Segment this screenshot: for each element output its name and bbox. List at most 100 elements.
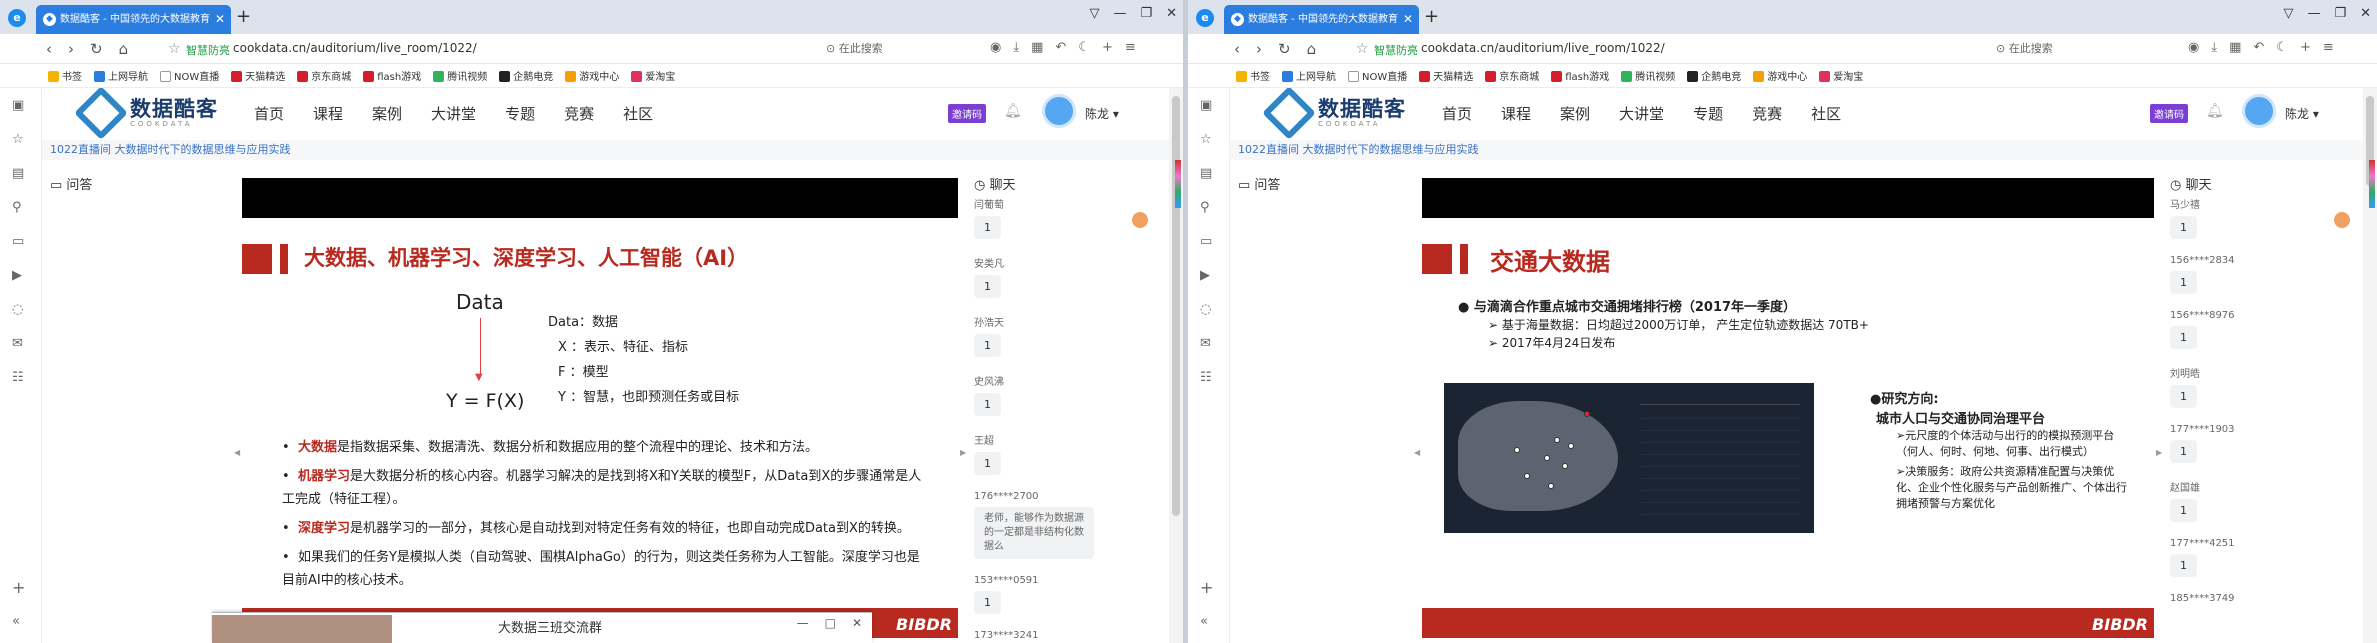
refresh-icon[interactable]: ↻ (1278, 40, 1291, 58)
refresh-icon[interactable]: ↻ (90, 40, 103, 58)
sidebar-collapse-icon[interactable]: « (12, 614, 20, 629)
sidebar-video-icon[interactable]: ▶ (12, 268, 22, 283)
sidebar-star-icon[interactable]: ☆ (12, 132, 24, 147)
avatar[interactable] (2242, 94, 2276, 128)
browser-logo-icon[interactable]: e (1196, 9, 1214, 27)
menu-item[interactable]: 案例 (372, 103, 402, 124)
bookmark-item[interactable]: 天猫精选 (231, 68, 285, 83)
restore-icon[interactable]: ❐ (1140, 6, 1152, 21)
menu-item[interactable]: 大讲堂 (1619, 103, 1664, 124)
bookmark-item[interactable]: 天猫精选 (1419, 68, 1473, 83)
back-icon[interactable]: ‹ (1234, 40, 1240, 58)
menu-item[interactable]: 案例 (1560, 103, 1590, 124)
bookmark-item[interactable]: 腾讯视频 (1621, 68, 1675, 83)
grid-icon[interactable]: ▦ (2229, 40, 2241, 55)
add-icon[interactable]: + (1102, 40, 1113, 55)
bookmark-item[interactable]: 京东商城 (1485, 68, 1539, 83)
skin-icon[interactable]: ▽ (2283, 6, 2293, 21)
menu-item[interactable]: 首页 (254, 103, 284, 124)
menu-item[interactable]: 专题 (1693, 103, 1723, 124)
close-tab-icon[interactable]: ✕ (1403, 5, 1413, 34)
qa-tab[interactable]: ▭ 问答 (1230, 174, 1280, 193)
menu-icon[interactable]: ≡ (1125, 40, 1136, 55)
invite-code-button[interactable]: 邀请码 (948, 104, 986, 123)
bookmark-item[interactable]: 爱淘宝 (631, 68, 675, 83)
sidebar-mail-icon[interactable]: ✉ (12, 336, 23, 351)
sidebar-doc-icon[interactable]: ▭ (1200, 234, 1212, 249)
bookmark-item[interactable]: 腾讯视频 (433, 68, 487, 83)
group-chat-popup[interactable]: 大数据三班交流群 — □ ✕ (212, 612, 872, 643)
popup-maximize-icon[interactable]: □ (825, 616, 836, 630)
menu-item[interactable]: 社区 (623, 103, 653, 124)
new-tab-icon[interactable]: + (1424, 6, 1439, 27)
user-name[interactable]: 陈龙 ▾ (1085, 105, 1119, 122)
sidebar-star-icon[interactable]: ☆ (1200, 132, 1212, 147)
undo-icon[interactable]: ↶ (1055, 40, 1066, 55)
game-icon[interactable]: ◉ (990, 40, 1001, 55)
bookmark-item[interactable]: 企鹅电竞 (499, 68, 553, 83)
close-tab-icon[interactable]: ✕ (215, 5, 225, 34)
slide-right-arrow-icon[interactable]: ▶ (960, 448, 966, 457)
breadcrumb[interactable]: 1022直播间 大数据时代下的数据思维与应用实践 (42, 140, 1169, 160)
sidebar-note-icon[interactable]: ☷ (12, 370, 24, 385)
bookmark-item[interactable]: 游戏中心 (565, 68, 619, 83)
download-icon[interactable]: ⤓ (1013, 40, 1019, 55)
menu-item[interactable]: 课程 (1501, 103, 1531, 124)
slide-right-arrow-icon[interactable]: ▶ (2156, 448, 2162, 457)
sidebar-mail-icon[interactable]: ✉ (1200, 336, 1211, 351)
night-icon[interactable]: ☾ (2276, 40, 2288, 55)
bookmark-item[interactable]: flash游戏 (363, 68, 421, 83)
night-icon[interactable]: ☾ (1078, 40, 1090, 55)
menu-item[interactable]: 首页 (1442, 103, 1472, 124)
sidebar-video-icon[interactable]: ▶ (1200, 268, 1210, 283)
close-window-icon[interactable]: ✕ (1166, 6, 1177, 21)
bookmark-item[interactable]: NOW直播 (1348, 68, 1407, 83)
scrollbar-thumb[interactable] (1172, 96, 1180, 516)
chat-tab[interactable]: ◷ 聊天 (974, 174, 1016, 193)
sidebar-book-icon[interactable]: ▤ (1200, 166, 1212, 181)
browser-tab[interactable]: ◆ 数据酷客 - 中国领先的大数据教育 ✕ (36, 5, 231, 34)
bookmark-item[interactable]: 书签 (1236, 68, 1270, 83)
menu-icon[interactable]: ≡ (2323, 40, 2334, 55)
sidebar-app-icon[interactable]: ▣ (12, 98, 24, 113)
bell-icon[interactable]: 🔔︎ (2206, 103, 2224, 119)
sidebar-note-icon[interactable]: ☷ (1200, 370, 1212, 385)
add-icon[interactable]: + (2300, 40, 2311, 55)
slide-left-arrow-icon[interactable]: ◀ (234, 448, 240, 457)
bookmark-item[interactable]: NOW直播 (160, 68, 219, 83)
close-window-icon[interactable]: ✕ (2360, 6, 2371, 21)
bookmark-item[interactable]: 书签 (48, 68, 82, 83)
sidebar-search-icon[interactable]: ⚲ (12, 200, 22, 215)
undo-icon[interactable]: ↶ (2253, 40, 2264, 55)
skin-icon[interactable]: ▽ (1089, 6, 1099, 21)
restore-icon[interactable]: ❐ (2334, 6, 2346, 21)
chat-tab[interactable]: ◷ 聊天 (2170, 174, 2212, 193)
bookmark-item[interactable]: 上网导航 (94, 68, 148, 83)
url-field[interactable]: cookdata.cn/auditorium/live_room/1022/ (233, 41, 477, 55)
avatar[interactable] (1042, 94, 1076, 128)
menu-item[interactable]: 竞赛 (564, 103, 594, 124)
bell-icon[interactable]: 🔔︎ (1004, 103, 1022, 119)
menu-item[interactable]: 大讲堂 (431, 103, 476, 124)
search-input[interactable]: ⊙ 在此搜索 (1996, 39, 2146, 59)
menu-item[interactable]: 专题 (505, 103, 535, 124)
sidebar-search-icon[interactable]: ⚲ (1200, 200, 1210, 215)
float-orange-icon[interactable] (2334, 212, 2350, 228)
favorite-star-icon[interactable]: ☆ (168, 41, 181, 57)
sidebar-book-icon[interactable]: ▤ (12, 166, 24, 181)
invite-code-button[interactable]: 邀请码 (2150, 104, 2188, 123)
bookmark-item[interactable]: 上网导航 (1282, 68, 1336, 83)
sidebar-doc-icon[interactable]: ▭ (12, 234, 24, 249)
minimize-icon[interactable]: — (1113, 6, 1126, 21)
forward-icon[interactable]: › (1256, 40, 1262, 58)
forward-icon[interactable]: › (68, 40, 74, 58)
browser-tab[interactable]: ◆ 数据酷客 - 中国领先的大数据教育 ✕ (1224, 5, 1419, 34)
search-input[interactable]: ⊙ 在此搜索 (826, 39, 976, 59)
sidebar-add-icon[interactable]: + (12, 578, 25, 597)
minimize-icon[interactable]: — (2307, 6, 2320, 21)
popup-minimize-icon[interactable]: — (797, 616, 809, 630)
new-tab-icon[interactable]: + (236, 6, 251, 27)
qa-tab[interactable]: ▭ 问答 (42, 174, 92, 193)
download-icon[interactable]: ⤓ (2211, 40, 2217, 55)
sidebar-chat-icon[interactable]: ◌ (1200, 302, 1211, 317)
